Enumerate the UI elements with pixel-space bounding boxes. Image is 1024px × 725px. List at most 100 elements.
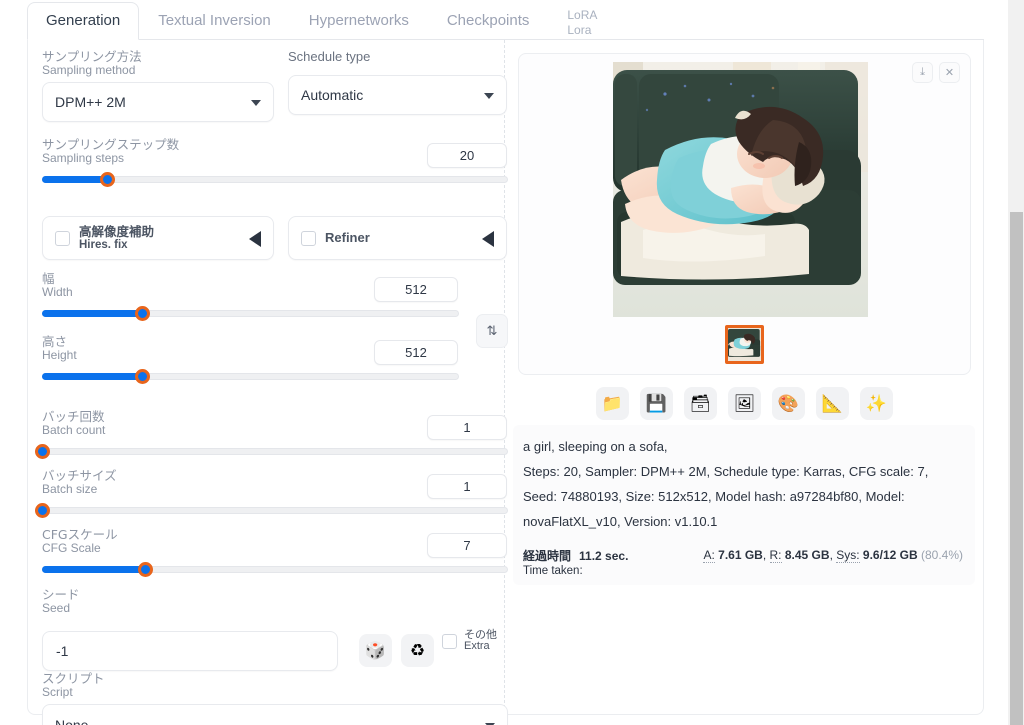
slider-thumb[interactable] <box>135 369 151 385</box>
output-toolbar: 📁 💾 🗃 🖼 🎨 📐 ✨ <box>518 387 971 420</box>
slider-thumb[interactable] <box>137 562 153 578</box>
batch-count-input[interactable]: 1 <box>427 415 507 440</box>
gallery-thumbnail-strip <box>519 325 970 364</box>
close-image-button[interactable]: ✕ <box>939 62 960 83</box>
tab-hypernetworks[interactable]: Hypernetworks <box>290 1 428 39</box>
batch-size-slider[interactable] <box>35 502 508 519</box>
cfg-scale-input[interactable]: 7 <box>427 533 507 558</box>
sampling-steps-slider[interactable] <box>42 171 508 188</box>
height-slider[interactable] <box>42 368 459 385</box>
height-value: 512 <box>405 345 427 360</box>
swap-dimensions-icon: ⇅ <box>486 323 498 338</box>
expand-left-icon[interactable] <box>249 231 261 247</box>
seed-value: -1 <box>56 643 69 659</box>
hires-fix-checkbox[interactable] <box>55 230 70 246</box>
height-input[interactable]: 512 <box>374 340 458 365</box>
refiner-accordion[interactable]: Refiner <box>288 216 507 260</box>
width-slider[interactable] <box>42 305 459 322</box>
tab-lora-label-en: Lora <box>567 22 592 37</box>
seed-input[interactable]: -1 <box>42 631 338 671</box>
sparkle-button[interactable]: ✨ <box>860 387 893 420</box>
send-to-inpaint-button[interactable]: 🎨 <box>772 387 805 420</box>
memory-sys-key: Sys: <box>836 547 860 563</box>
slider-thumb[interactable] <box>35 503 50 519</box>
tab-textual-inversion-label: Textual Inversion <box>158 11 271 29</box>
swap-dimensions-button[interactable]: ⇅ <box>476 314 508 348</box>
tab-checkpoints[interactable]: Checkpoints <box>428 1 549 39</box>
image-action-buttons: ⤓ ✕ <box>912 62 960 83</box>
sampling-method-group: サンプリング方法 Sampling method DPM++ 2M <box>42 50 274 123</box>
open-folder-button[interactable]: 📁 <box>596 387 629 420</box>
save-icon: 💾 <box>645 393 668 413</box>
tab-textual-inversion[interactable]: Textual Inversion <box>139 1 290 39</box>
save-zip-icon: 🗃 <box>689 393 712 413</box>
sparkle-icon: ✨ <box>865 393 888 413</box>
schedule-type-label: Schedule type <box>288 49 371 64</box>
script-dropdown[interactable]: None <box>42 704 508 725</box>
batch-size-input[interactable]: 1 <box>427 474 507 499</box>
seed-group: シード Seed <box>42 588 508 620</box>
memory-r-value: 8.45 GB <box>784 547 830 562</box>
generated-image[interactable] <box>613 62 868 317</box>
schedule-type-dropdown[interactable]: Automatic <box>288 74 507 115</box>
generated-image-render <box>613 62 868 317</box>
generation-prompt: a girl, sleeping on a sofa, <box>523 439 668 454</box>
generation-panel: サンプリング方法 Sampling method DPM++ 2M Schedu… <box>27 40 984 725</box>
chevron-down-icon <box>484 92 494 99</box>
save-zip-button[interactable]: 🗃 <box>684 387 717 420</box>
slider-fill <box>42 373 143 381</box>
sampling-steps-value: 20 <box>459 148 475 163</box>
hires-fix-accordion[interactable]: 高解像度補助 Hires. fix <box>42 216 274 260</box>
sampling-steps-input[interactable]: 20 <box>427 143 507 168</box>
width-input[interactable]: 512 <box>374 277 458 302</box>
slider-thumb[interactable] <box>135 306 151 322</box>
send-to-extras-button[interactable]: 📐 <box>816 387 849 420</box>
download-image-button[interactable]: ⤓ <box>912 62 933 83</box>
page-scrollbar-thumb[interactable] <box>1010 212 1023 725</box>
gallery-thumbnail[interactable] <box>725 325 764 364</box>
slider-track <box>42 507 508 515</box>
schedule-type-value: Automatic <box>301 86 364 103</box>
tab-generation[interactable]: Generation <box>27 2 140 40</box>
cfg-scale-slider[interactable] <box>42 561 508 578</box>
save-button[interactable]: 💾 <box>640 387 673 420</box>
open-folder-icon: 📁 <box>601 393 624 413</box>
tab-generation-label: Generation <box>46 12 121 30</box>
recycle-seed-icon: ♻ <box>409 640 426 660</box>
slider-thumb[interactable] <box>100 172 116 188</box>
time-taken-value: 11.2 sec. <box>579 548 629 563</box>
tab-hypernetworks-label: Hypernetworks <box>308 11 409 29</box>
extra-seed-group[interactable]: その他 Extra <box>442 629 497 653</box>
script-value: None <box>55 717 88 725</box>
memory-a-value: 7.61 GB <box>718 547 763 562</box>
image-gallery: ⤓ ✕ <box>518 53 971 375</box>
settings-column: サンプリング方法 Sampling method DPM++ 2M Schedu… <box>28 40 508 725</box>
refiner-label: Refiner <box>325 230 370 246</box>
refiner-checkbox[interactable] <box>301 230 316 246</box>
tab-checkpoints-label: Checkpoints <box>446 11 530 29</box>
sampling-method-value: DPM++ 2M <box>55 94 126 111</box>
extra-label: その他 Extra <box>464 628 497 652</box>
memory-a-key: A: <box>703 547 715 563</box>
memory-r-key: R: <box>769 547 782 563</box>
tab-lora[interactable]: LoRA Lora <box>548 1 616 39</box>
memory-sep-1: , <box>762 547 770 562</box>
recycle-seed-button[interactable]: ♻ <box>401 634 434 667</box>
sampling-method-dropdown[interactable]: DPM++ 2M <box>42 82 274 123</box>
extra-checkbox[interactable] <box>442 634 457 649</box>
send-to-img2img-button[interactable]: 🖼 <box>728 387 761 420</box>
chevron-down-icon <box>251 100 261 107</box>
expand-left-icon[interactable] <box>482 231 494 247</box>
schedule-type-group: Schedule type Automatic <box>288 49 507 115</box>
gallery-thumbnail-render <box>728 328 761 361</box>
batch-count-group: バッチ回数 Batch count 1 <box>35 410 508 460</box>
slider-fill <box>42 566 145 574</box>
download-icon: ⤓ <box>920 66 925 78</box>
tab-lora-label-jp: LoRA <box>567 7 598 22</box>
page-scrollbar-track[interactable] <box>1008 0 1024 725</box>
dice-reroll-button[interactable]: 🎲 <box>359 634 392 667</box>
batch-count-slider[interactable] <box>35 443 508 460</box>
batch-size-group: バッチサイズ Batch size 1 <box>35 469 508 519</box>
slider-thumb[interactable] <box>35 444 50 460</box>
width-value: 512 <box>405 282 427 297</box>
